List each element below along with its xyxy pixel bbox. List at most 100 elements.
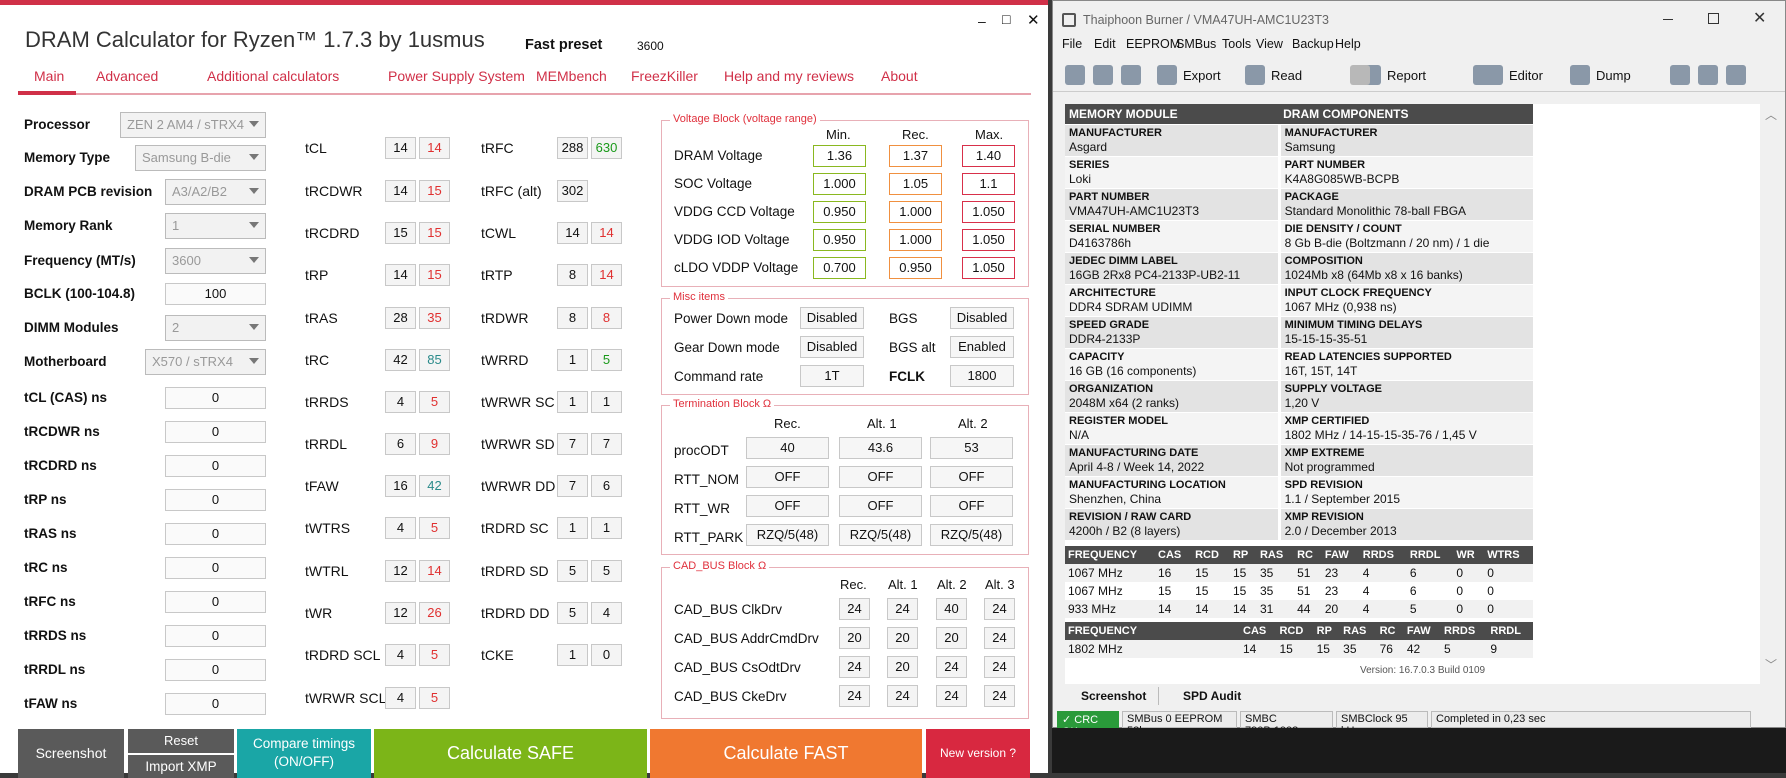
timing-value[interactable]: 1 <box>557 349 588 371</box>
timing-value[interactable]: 1 <box>557 517 588 539</box>
field-input[interactable]: 0 <box>165 455 266 477</box>
cad-value[interactable]: 24 <box>936 656 967 678</box>
term-value[interactable]: OFF <box>746 466 829 488</box>
tab-0[interactable]: Main <box>34 68 64 84</box>
field-input[interactable]: 0 <box>165 523 266 545</box>
voltage-value[interactable]: 1.000 <box>889 201 942 223</box>
calculate-fast-button[interactable]: Calculate FAST <box>650 729 922 778</box>
cad-value[interactable]: 20 <box>887 656 918 678</box>
close-button[interactable]: ✕ <box>1027 11 1040 29</box>
field-select[interactable]: 1 <box>165 213 266 239</box>
term-value[interactable]: OFF <box>839 495 922 517</box>
menu-tools[interactable]: Tools <box>1222 37 1251 51</box>
cad-value[interactable]: 24 <box>984 598 1015 620</box>
new-version-button[interactable]: New version ? <box>926 729 1030 778</box>
cad-value[interactable]: 24 <box>984 656 1015 678</box>
maximize-button[interactable]: □ <box>1002 11 1010 27</box>
timing-value[interactable]: 14 <box>385 137 416 159</box>
timing-value[interactable]: 302 <box>557 180 588 202</box>
timing-value[interactable]: 14 <box>557 222 588 244</box>
timing-value[interactable]: 14 <box>385 180 416 202</box>
chip-icon[interactable] <box>1670 65 1690 85</box>
cad-value[interactable]: 24 <box>936 685 967 707</box>
calculate-safe-button[interactable]: Calculate SAFE <box>374 729 647 778</box>
toolbar-dump[interactable]: Dump <box>1570 65 1631 85</box>
tab-2[interactable]: Additional calculators <box>207 68 339 84</box>
cad-value[interactable]: 24 <box>839 685 870 707</box>
misc-value[interactable]: Disabled <box>800 307 864 329</box>
cad-value[interactable]: 24 <box>887 685 918 707</box>
thai-minimize-button[interactable] <box>1663 19 1673 20</box>
timing-value[interactable]: 6 <box>385 433 416 455</box>
toolbar-export[interactable]: Export <box>1157 65 1221 85</box>
thai-close-button[interactable]: ✕ <box>1753 8 1766 28</box>
timing-value[interactable]: 12 <box>385 602 416 624</box>
term-value[interactable]: 53 <box>930 437 1013 459</box>
field-input[interactable]: 100 <box>165 283 266 305</box>
term-value[interactable]: OFF <box>930 466 1013 488</box>
cad-value[interactable]: 20 <box>936 627 967 649</box>
tab-6[interactable]: Help and my reviews <box>724 68 854 84</box>
field-input[interactable]: 0 <box>165 387 266 409</box>
term-value[interactable]: OFF <box>930 495 1013 517</box>
timing-value[interactable]: 4 <box>385 391 416 413</box>
menu-view[interactable]: View <box>1256 37 1283 51</box>
cad-value[interactable]: 24 <box>887 598 918 620</box>
voltage-value[interactable]: 1.37 <box>889 145 942 167</box>
voltage-value[interactable]: 0.950 <box>889 257 942 279</box>
timing-value[interactable]: 8 <box>557 307 588 329</box>
thai-tab-spd-audit[interactable]: SPD Audit <box>1183 689 1241 703</box>
field-input[interactable]: 0 <box>165 591 266 613</box>
field-select[interactable]: 2 <box>165 315 266 341</box>
menu-smbus[interactable]: SMBus <box>1176 37 1216 51</box>
save-icon[interactable] <box>1121 65 1141 85</box>
field-select[interactable]: Samsung B-die <box>135 145 266 171</box>
cad-value[interactable]: 24 <box>984 627 1015 649</box>
voltage-value[interactable]: 1.000 <box>889 229 942 251</box>
tab-4[interactable]: MEMbench <box>536 68 607 84</box>
misc-value[interactable]: 1T <box>800 365 864 387</box>
timing-value[interactable]: 8 <box>557 264 588 286</box>
reset-button[interactable]: Reset <box>128 729 234 753</box>
timing-value[interactable]: 28 <box>385 307 416 329</box>
timing-value[interactable]: 5 <box>557 560 588 582</box>
cad-value[interactable]: 24 <box>984 685 1015 707</box>
import-xmp-button[interactable]: Import XMP <box>128 755 234 778</box>
term-value[interactable]: RZQ/5(48) <box>930 524 1013 546</box>
menu-eeprom[interactable]: EEPROM <box>1126 37 1180 51</box>
timing-value[interactable]: 1 <box>557 391 588 413</box>
menu-file[interactable]: File <box>1062 37 1082 51</box>
misc-value[interactable]: Enabled <box>950 336 1014 358</box>
menu-help[interactable]: Help <box>1335 37 1361 51</box>
tab-3[interactable]: Power Supply System <box>388 68 525 84</box>
field-select[interactable]: ZEN 2 AM4 / sTRX4 <box>120 112 266 138</box>
cad-value[interactable]: 24 <box>839 598 870 620</box>
scroll-down-arrow[interactable]: ﹀ <box>1765 656 1777 673</box>
timing-value[interactable]: 1 <box>557 644 588 666</box>
term-value[interactable]: RZQ/5(48) <box>839 524 922 546</box>
timing-value[interactable]: 42 <box>385 349 416 371</box>
lock-icon[interactable] <box>1350 65 1370 85</box>
field-select[interactable]: A3/A2/B2 <box>165 179 266 205</box>
tools-icon[interactable] <box>1473 65 1493 85</box>
cad-value[interactable]: 24 <box>839 656 870 678</box>
thai-maximize-button[interactable] <box>1708 13 1719 24</box>
timing-value[interactable]: 15 <box>385 222 416 244</box>
voltage-value[interactable]: 1.05 <box>889 173 942 195</box>
tab-7[interactable]: About <box>881 68 918 84</box>
preset-value[interactable]: 3600 <box>637 39 664 53</box>
term-value[interactable]: RZQ/5(48) <box>746 524 829 546</box>
cad-value[interactable]: 20 <box>839 627 870 649</box>
cad-value[interactable]: 20 <box>887 627 918 649</box>
misc-value[interactable]: 1800 <box>950 365 1014 387</box>
thai-tab-screenshot[interactable]: Screenshot <box>1081 689 1146 703</box>
tab-1[interactable]: Advanced <box>96 68 158 84</box>
toolbar-report[interactable]: Report <box>1361 65 1426 85</box>
field-select[interactable]: 3600 <box>165 248 266 274</box>
term-value[interactable]: OFF <box>839 466 922 488</box>
tab-5[interactable]: FreezKiller <box>631 68 698 84</box>
term-value[interactable]: 40 <box>746 437 829 459</box>
timing-value[interactable]: 4 <box>385 644 416 666</box>
timing-value[interactable]: 7 <box>557 433 588 455</box>
menu-backup[interactable]: Backup <box>1292 37 1334 51</box>
